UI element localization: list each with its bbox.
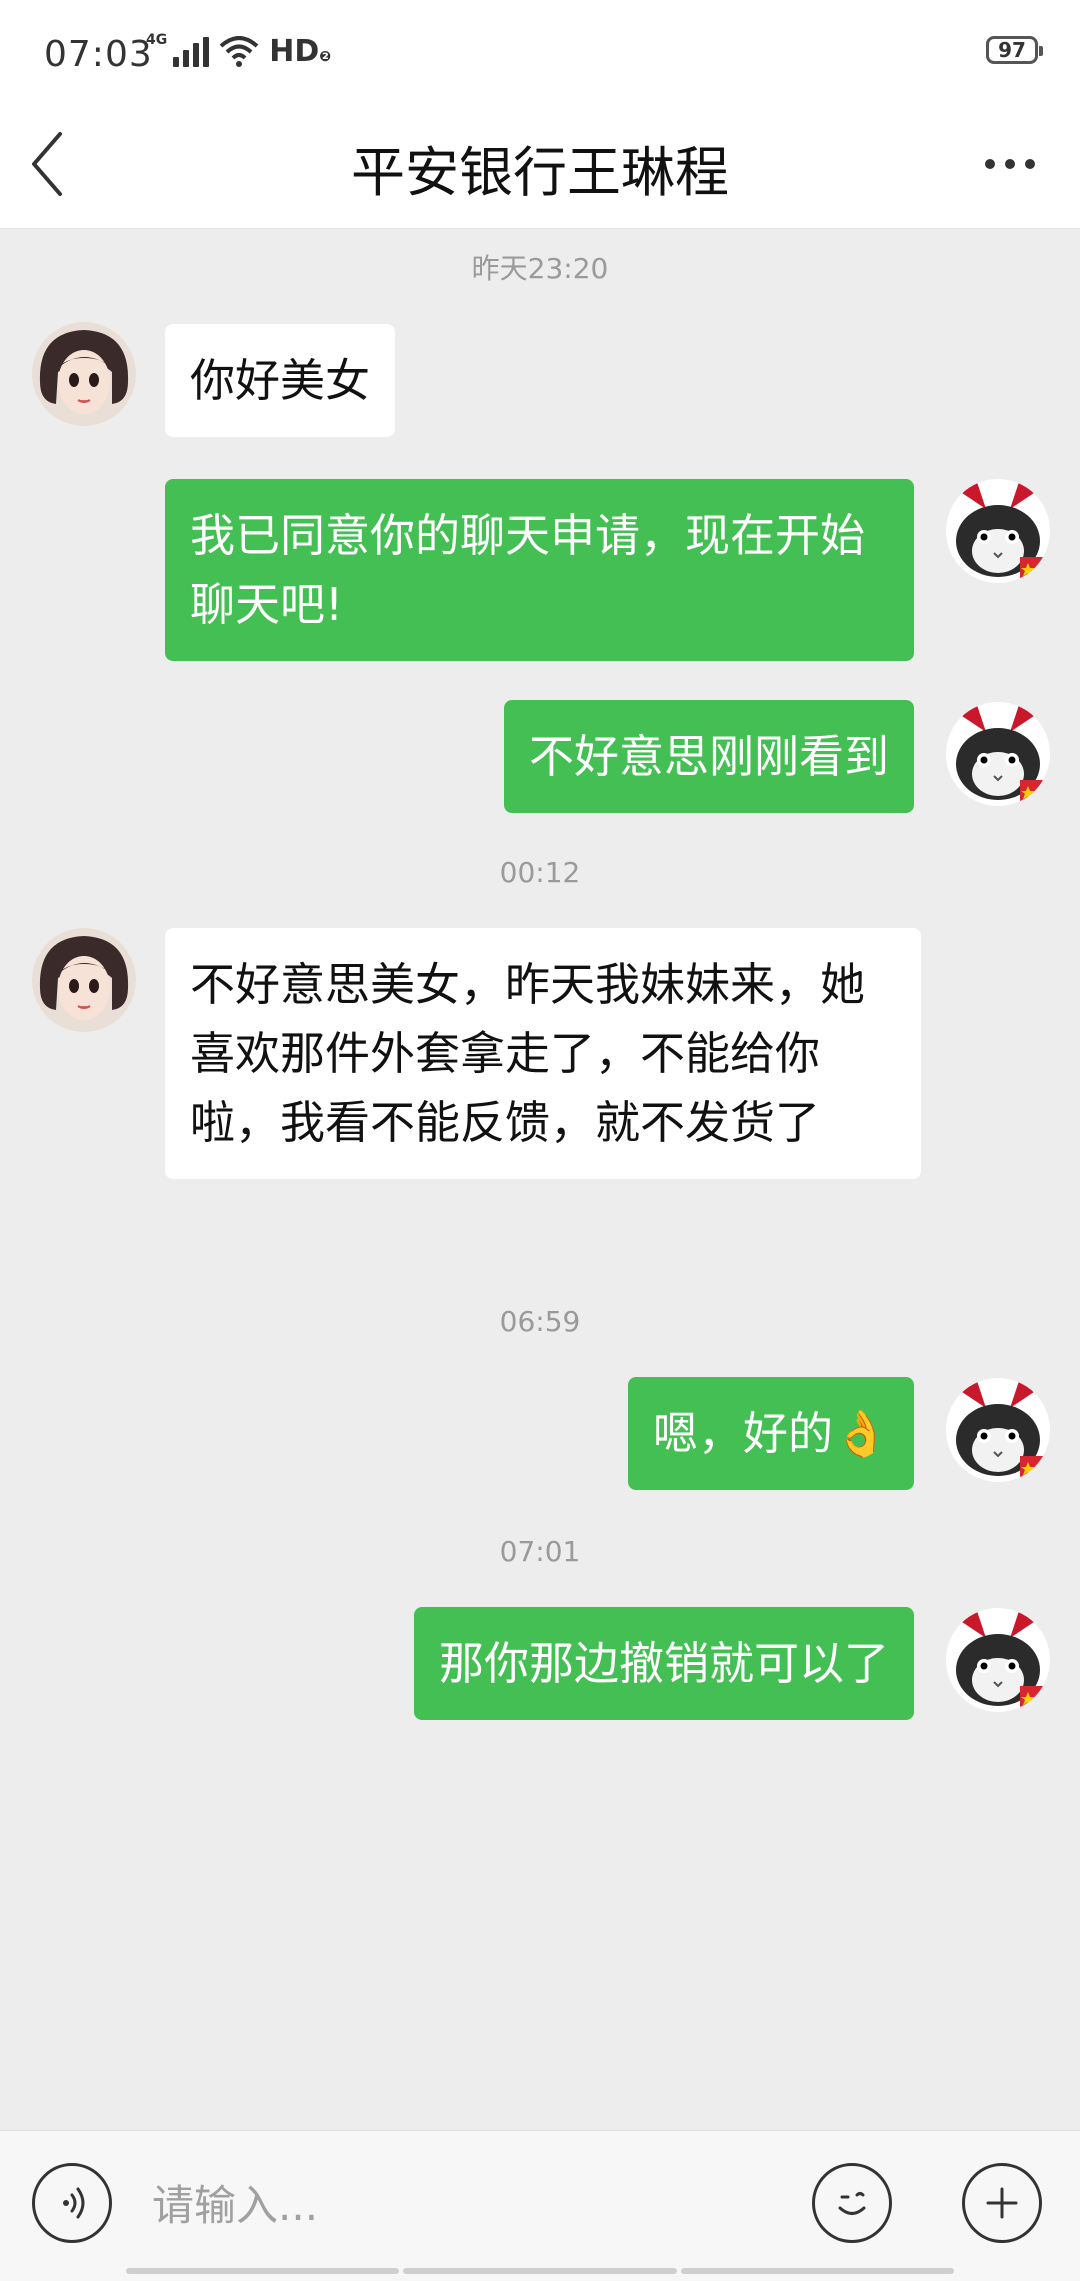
- plus-icon: [986, 2187, 1018, 2219]
- timestamp: 00:12: [499, 856, 581, 889]
- more-icon: [985, 159, 1035, 169]
- my-avatar[interactable]: [946, 1608, 1050, 1712]
- chat-header: 平安银行王琳程: [0, 100, 1080, 229]
- message-bubble-sent[interactable]: 嗯，好的👌: [627, 1377, 914, 1490]
- message-bubble-received[interactable]: 你好美女: [165, 324, 396, 437]
- input-bar: [0, 2130, 1080, 2281]
- home-indicator: [126, 2268, 954, 2274]
- message-bubble-sent[interactable]: 那你那边撤销就可以了: [413, 1607, 914, 1720]
- message-bubble-sent[interactable]: 不好意思刚刚看到: [503, 700, 914, 813]
- status-bar: 07:03 4G HD❷ 97: [0, 0, 1080, 100]
- message-bubble-received[interactable]: 不好意思美女，昨天我妹妹来，她喜欢那件外套拿走了，不能给你啦，我看不能反馈，就不…: [165, 928, 921, 1179]
- timestamp: 07:01: [499, 1535, 581, 1568]
- signal-icon: [173, 36, 210, 67]
- status-time: 07:03: [44, 34, 153, 75]
- page-title: 平安银行王琳程: [351, 141, 729, 204]
- contact-avatar[interactable]: [32, 322, 136, 426]
- voice-button[interactable]: [32, 2163, 112, 2243]
- more-button[interactable]: [970, 124, 1050, 204]
- timestamp: 昨天23:20: [471, 252, 609, 285]
- my-avatar[interactable]: [946, 479, 1050, 583]
- message-input[interactable]: [150, 2169, 754, 2241]
- message-bubble-sent[interactable]: 我已同意你的聊天申请，现在开始聊天吧!: [165, 479, 914, 661]
- battery-icon: 97: [986, 36, 1043, 64]
- my-avatar[interactable]: [946, 1378, 1050, 1482]
- network-type: 4G: [146, 31, 168, 48]
- battery-level: 97: [998, 38, 1026, 62]
- wifi-icon: [219, 35, 259, 67]
- emoji-button[interactable]: [812, 2163, 892, 2243]
- status-icons: 4G HD❷: [146, 31, 332, 70]
- emoji-icon: [838, 2192, 866, 2215]
- voice-icon: [63, 2187, 85, 2219]
- plus-button[interactable]: [962, 2163, 1042, 2243]
- hd-indicator: HD❷: [269, 34, 332, 69]
- timestamp: 06:59: [499, 1305, 581, 1338]
- my-avatar[interactable]: [946, 702, 1050, 806]
- contact-avatar[interactable]: [32, 928, 136, 1032]
